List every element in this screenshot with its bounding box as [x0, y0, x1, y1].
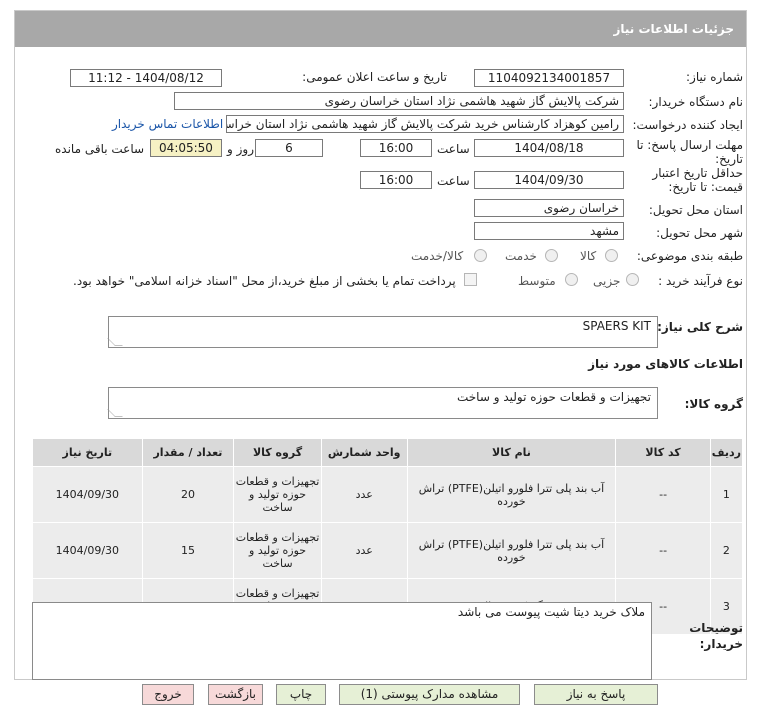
cell-code: -- [615, 466, 711, 523]
exit-button[interactable]: خروج [142, 684, 194, 705]
time-remaining-field[interactable]: 04:05:50 [150, 139, 222, 157]
deadline-label: مهلت ارسال پاسخ: تا تاریخ: [636, 138, 743, 166]
cell-name: آب بند پلی تترا فلورو اتیلن(PTFE) تراش خ… [406, 522, 617, 579]
process-option-medium: متوسط [518, 274, 556, 288]
cell-unit: عدد [320, 522, 408, 579]
province-label: استان محل تحویل: [648, 203, 743, 217]
time-remaining-label: ساعت باقی مانده [55, 142, 145, 156]
cell-row-number: 2 [709, 522, 744, 579]
validity-label: حداقل تاریخ اعتبار قیمت: تا تاریخ: [652, 166, 743, 194]
category-radio-goods-service[interactable] [474, 249, 487, 262]
buyer-notes-field[interactable]: ملاک خرید دیتا شیت پیوست می باشد [32, 602, 652, 680]
days-remaining-field[interactable]: 6 [255, 139, 323, 157]
city-label: شهر محل تحویل: [656, 226, 743, 240]
validity-time-field[interactable]: 16:00 [360, 171, 432, 189]
reply-button[interactable]: پاسخ به نیاز [534, 684, 658, 705]
resize-grip-icon[interactable] [107, 409, 123, 417]
cell-qty: 15 [141, 522, 235, 579]
goods-info-title: اطلاعات کالاهای مورد نیاز [588, 357, 743, 371]
process-radio-medium[interactable] [565, 273, 578, 286]
process-radio-minor[interactable] [626, 273, 639, 286]
buyer-org-label: نام دستگاه خریدار: [648, 95, 744, 109]
description-label: شرح کلی نیاز: [657, 320, 743, 334]
cell-code: -- [615, 522, 711, 579]
creator-label: ایجاد کننده درخواست: [632, 118, 743, 132]
header-unit: واحد شمارش [320, 438, 408, 467]
cell-date: 1404/09/30 [32, 466, 143, 523]
treasury-payment-note: پرداخت تمام یا بخشی از مبلغ خرید،از محل … [73, 274, 456, 288]
header-name: نام کالا [406, 438, 617, 467]
description-field[interactable]: SPAERS KIT [107, 316, 658, 348]
header-group: گروه کالا [233, 438, 322, 467]
announce-field[interactable]: 1404/08/12 - 11:12 [70, 69, 222, 87]
province-field[interactable]: خراسان رضوی [474, 199, 624, 217]
description-text: SPAERS KIT [582, 319, 651, 333]
buyer-notes-label: توضیحات خریدار: [689, 621, 743, 651]
resize-grip-icon[interactable] [107, 338, 123, 346]
cell-date: 1404/09/30 [32, 522, 143, 579]
table-row[interactable]: 1 -- آب بند پلی تترا فلورو اتیلن(PTFE) ت… [32, 466, 744, 523]
validity-time-label: ساعت [437, 174, 470, 188]
goods-group-label: گروه کالا: [684, 397, 743, 411]
cell-row-number: 1 [709, 466, 744, 523]
table-row[interactable]: 2 -- آب بند پلی تترا فلورو اتیلن(PTFE) ت… [32, 522, 744, 579]
goods-group-field[interactable]: تجهیزات و قطعات حوزه تولید و ساخت [107, 387, 658, 419]
back-button[interactable]: بازگشت [208, 684, 263, 705]
announce-label: تاریخ و ساعت اعلان عمومی: [302, 70, 447, 84]
creator-field[interactable]: رامین کوهزاد کارشناس خرید شرکت پالایش گا… [226, 115, 624, 133]
buyer-org-field[interactable]: شرکت پالایش گاز شهید هاشمی نژاد استان خر… [174, 92, 624, 110]
cell-name: آب بند پلی تترا فلورو اتیلن(PTFE) تراش خ… [406, 466, 617, 523]
header-date: تاریخ نیاز [32, 438, 143, 467]
deadline-date-field[interactable]: 1404/08/18 [474, 139, 624, 157]
category-radio-service[interactable] [545, 249, 558, 262]
cell-group: تجهیزات و قطعات حوزه تولید و ساخت [233, 522, 322, 579]
goods-group-text: تجهیزات و قطعات حوزه تولید و ساخت [456, 390, 651, 404]
deadline-time-label: ساعت [437, 142, 470, 156]
header-row-number: ردیف [709, 438, 744, 467]
validity-date-field[interactable]: 1404/09/30 [474, 171, 624, 189]
cell-group: تجهیزات و قطعات حوزه تولید و ساخت [233, 466, 322, 523]
need-number-label: شماره نیاز: [686, 70, 743, 84]
days-label: روز و [227, 142, 254, 156]
category-option-goods: کالا [580, 249, 597, 263]
category-option-service: خدمت [505, 249, 537, 263]
buyer-contact-link[interactable]: اطلاعات تماس خریدار [112, 117, 223, 131]
category-label: طبقه بندی موضوعی: [636, 249, 743, 263]
table-header-row: ردیف کد کالا نام کالا واحد شمارش گروه کا… [32, 438, 744, 467]
city-field[interactable]: مشهد [474, 222, 624, 240]
page-title: جزئیات اطلاعات نیاز [15, 11, 746, 47]
view-attachments-button[interactable]: مشاهده مدارک پیوستی (1) [339, 684, 520, 705]
category-option-goods-service: کالا/خدمت [411, 249, 464, 263]
header-qty: تعداد / مقدار [141, 438, 235, 467]
cell-qty: 20 [141, 466, 235, 523]
treasury-payment-checkbox[interactable] [464, 273, 477, 286]
print-button[interactable]: چاپ [276, 684, 326, 705]
cell-unit: عدد [320, 466, 408, 523]
need-number-field[interactable]: 1104092134001857 [474, 69, 624, 87]
buyer-notes-text: ملاک خرید دیتا شیت پیوست می باشد [457, 605, 645, 619]
process-option-minor: جزیی [593, 274, 621, 288]
category-radio-goods[interactable] [605, 249, 618, 262]
header-code: کد کالا [615, 438, 711, 467]
process-label: نوع فرآیند خرید : [658, 274, 743, 288]
deadline-time-field[interactable]: 16:00 [360, 139, 432, 157]
